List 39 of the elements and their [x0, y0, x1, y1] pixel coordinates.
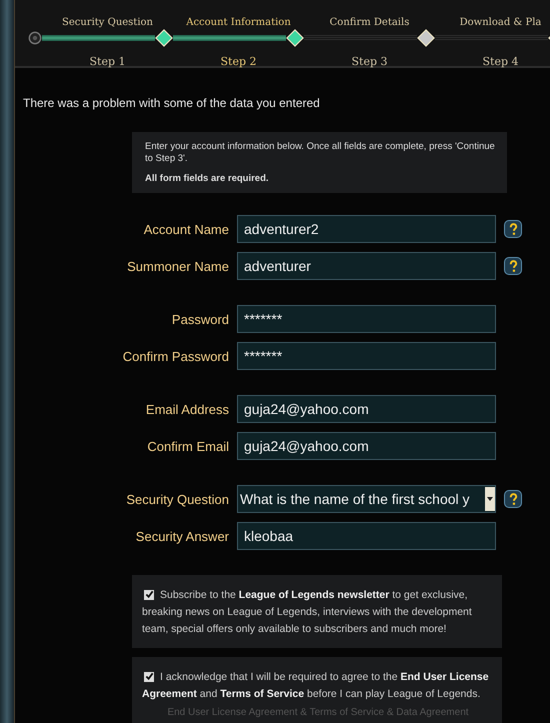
field-label: Security Answer — [134, 528, 230, 544]
input-field[interactable]: ******* — [237, 342, 496, 370]
checkbox[interactable] — [144, 672, 154, 682]
step-label: Step 3 — [351, 55, 388, 68]
consent-text: Subscribe to the League of Legends newsletter to get exclusive, breaking news on League of Legends, interviews with the development team, special offers only available to subscribers and much more! — [142, 588, 473, 637]
step-title: Download & Pla — [460, 17, 542, 28]
step-label: Step 2 — [220, 55, 256, 68]
step-title: Security Question — [62, 17, 153, 28]
input-field[interactable]: kleobaa — [237, 522, 496, 550]
step-label: Step 1 — [89, 55, 126, 68]
checkbox[interactable] — [144, 590, 154, 600]
field-label: Confirm Email — [146, 438, 230, 454]
input-field[interactable]: ******* — [237, 305, 496, 333]
help-icon[interactable] — [504, 257, 522, 275]
consent-text: I acknowledge that I will be required to agree to the End User License Agreement and Terms of Service before I can play League of Legends. — [142, 670, 490, 702]
diamond-icon — [417, 29, 435, 47]
field-label: Account Name — [142, 222, 230, 236]
field-label: Security Question — [125, 492, 230, 506]
question-dropdown[interactable]: What is the name of the first school y — [237, 485, 496, 513]
step-title: Confirm Details — [330, 17, 410, 28]
error-message: There was a problem with some of the data you entered — [23, 96, 321, 110]
start-emblem-icon — [28, 31, 42, 45]
field-label: Summoner Name — [126, 258, 230, 274]
input-field[interactable]: guja24@yahoo.com — [237, 395, 496, 423]
step-title: Account Information — [186, 17, 291, 28]
caret-icon[interactable] — [485, 487, 495, 511]
step-label: Step 4 — [482, 55, 518, 68]
input-field[interactable]: adventurer2 — [237, 215, 496, 243]
help-icon[interactable] — [504, 220, 522, 238]
input-field[interactable]: adventurer — [237, 252, 496, 280]
info-text: Enter your account information below. Once all fields are complete, press 'Continue to Step 3'. — [145, 141, 496, 165]
field-label: Email Address — [144, 402, 230, 416]
required-note: All form fields are required. — [145, 173, 270, 185]
diamond-icon — [155, 29, 173, 47]
field-label: Confirm Password — [122, 348, 230, 364]
input-field[interactable]: guja24@yahoo.com — [237, 432, 496, 460]
diamond-icon — [286, 29, 304, 47]
field-label: Password — [170, 312, 230, 326]
help-icon[interactable] — [504, 490, 522, 508]
